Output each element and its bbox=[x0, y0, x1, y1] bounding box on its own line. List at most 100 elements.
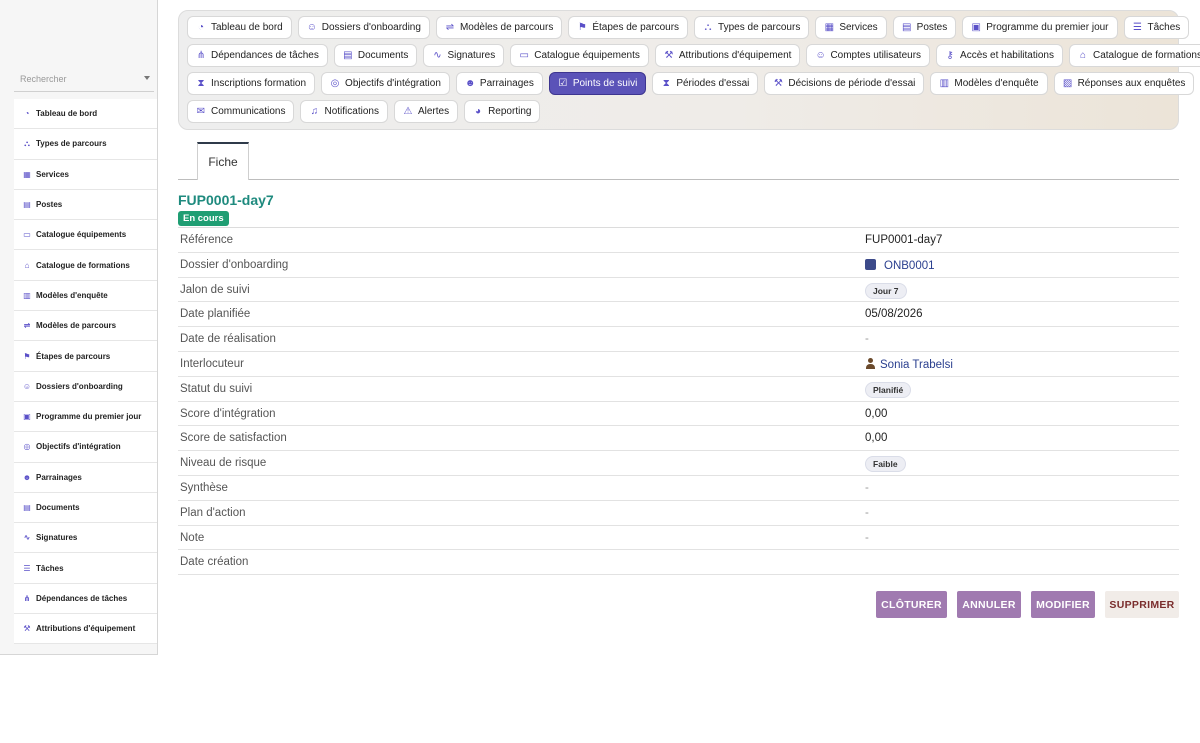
field-value: ONB0001 bbox=[884, 259, 935, 272]
nav-button-catalogue-equipements[interactable]: ▭ Catalogue équipements bbox=[510, 44, 649, 67]
nav-button-label: Signatures bbox=[447, 50, 496, 61]
dashboard-icon: ◔ bbox=[24, 109, 30, 119]
list-icon: ☰ bbox=[1133, 22, 1142, 33]
nav-button-tableau-de-bord[interactable]: ◔ Tableau de bord bbox=[187, 16, 292, 39]
nav-row: ⋔ Dépendances de tâches ▤ Documents ∿ Signatu… bbox=[187, 44, 1200, 67]
nav-button-inscriptions-formation[interactable]: ⧗ Inscriptions formation bbox=[187, 72, 316, 95]
sidebar-item-attributions-d-equipement[interactable]: ⚒ Attributions d'équipement bbox=[14, 614, 157, 645]
sidebar-item-services[interactable]: ▦ Services bbox=[14, 160, 157, 190]
pie-chart-icon: ◕ bbox=[475, 106, 482, 117]
sidebar-item-objectifs-d-integration[interactable]: ◎ Objectifs d'intégration bbox=[14, 432, 157, 463]
nav-button-label: Communications bbox=[211, 106, 286, 117]
nav-button-objectifs-d-integration[interactable]: ◎ Objectifs d'intégration bbox=[321, 72, 450, 95]
nav-button-reporting[interactable]: ◕ Reporting bbox=[464, 100, 541, 123]
nav-button-types-de-parcours[interactable]: ⛬ Types de parcours bbox=[694, 16, 810, 39]
nav-button-signatures[interactable]: ∿ Signatures bbox=[423, 44, 505, 67]
file-icon: ▤ bbox=[23, 503, 31, 512]
field-value: - bbox=[865, 481, 869, 494]
nav-button-alertes[interactable]: ⚠ Alertes bbox=[393, 100, 459, 123]
field-label: Date création bbox=[180, 556, 249, 569]
nav-button-notifications[interactable]: ♫ Notifications bbox=[300, 100, 388, 123]
field-row-niveau-de-risque: Niveau de risque Faible bbox=[178, 451, 1179, 476]
nav-button-comptes-utilisateurs[interactable]: ☺ Comptes utilisateurs bbox=[806, 44, 931, 67]
nav-button-parrainages[interactable]: ☻ Parrainages bbox=[455, 72, 543, 95]
sidebar-search-select[interactable]: Rechercher bbox=[14, 66, 154, 92]
nav-button-label: Points de suivi bbox=[572, 78, 638, 89]
calendar-icon: ▣ bbox=[971, 22, 981, 33]
sidebar-item-modeles-d-enquete[interactable]: ▥ Modèles d'enquête bbox=[14, 281, 157, 312]
badge-icon: ▤ bbox=[901, 22, 912, 33]
field-label: Score de satisfaction bbox=[180, 432, 287, 445]
nav-button-communications[interactable]: ✉ Communications bbox=[187, 100, 295, 123]
nav-button-taches[interactable]: ☰ Tâches bbox=[1123, 16, 1190, 39]
nav-button-etapes-de-parcours[interactable]: ⚑ Étapes de parcours bbox=[568, 16, 689, 39]
sidebar-item-signatures[interactable]: ∿ Signatures bbox=[14, 523, 157, 554]
field-label: Date planifiée bbox=[180, 308, 251, 321]
close-button[interactable]: CLÔTURER bbox=[876, 591, 947, 618]
sidebar-item-taches[interactable]: ☰ Tâches bbox=[14, 553, 157, 584]
nav-button-attributions-d-equipement[interactable]: ⚒ Attributions d'équipement bbox=[654, 44, 801, 67]
chevron-down-icon[interactable] bbox=[144, 76, 150, 80]
nav-button-dossiers-d-onboarding[interactable]: ☺ Dossiers d'onboarding bbox=[297, 16, 430, 39]
sidebar-item-label: Signatures bbox=[36, 533, 78, 543]
field-label: Plan d'action bbox=[180, 506, 246, 519]
field-label: Référence bbox=[180, 234, 234, 246]
field-row-statut-du-suivi: Statut du suivi Planifié bbox=[178, 377, 1179, 402]
nav-button-points-de-suivi[interactable]: ☑ Points de suivi bbox=[548, 72, 647, 95]
edit-button[interactable]: MODIFIER bbox=[1031, 591, 1095, 618]
nav-button-periodes-d-essai[interactable]: ⧗ Périodes d'essai bbox=[652, 72, 759, 95]
signpost-icon: ⇌ bbox=[445, 22, 455, 33]
nav-button-label: Inscriptions formation bbox=[211, 78, 307, 89]
sidebar-item-catalogue-de-formations[interactable]: ⌂ Catalogue de formations bbox=[14, 250, 157, 281]
contact-person-link[interactable]: Sonia Trabelsi bbox=[865, 357, 953, 371]
field-row-synthese: Synthèse - bbox=[178, 476, 1179, 501]
file-icon: ▤ bbox=[343, 50, 353, 61]
signpost-icon: ⇌ bbox=[23, 321, 31, 331]
tab-fiche[interactable]: Fiche bbox=[197, 142, 249, 180]
nav-button-dependances-de-taches[interactable]: ⋔ Dépendances de tâches bbox=[187, 44, 328, 67]
nav-button-modeles-de-parcours[interactable]: ⇌ Modèles de parcours bbox=[435, 16, 563, 39]
cancel-button[interactable]: ANNULER bbox=[957, 591, 1021, 618]
sidebar-item-label: Catalogue équipements bbox=[36, 230, 127, 240]
hourglass-icon: ⧗ bbox=[197, 78, 205, 89]
sidebar-item-dossiers-d-onboarding[interactable]: ☺ Dossiers d'onboarding bbox=[14, 372, 157, 402]
nav-button-label: Décisions de période d'essai bbox=[788, 78, 916, 89]
laptop-icon: ▭ bbox=[23, 230, 31, 240]
onboarding-file-link[interactable]: ONB0001 bbox=[865, 258, 935, 272]
delete-button[interactable]: SUPPRIMER bbox=[1105, 591, 1179, 618]
nav-button-label: Notifications bbox=[324, 106, 379, 117]
hourglass-icon: ⧗ bbox=[662, 78, 670, 89]
sidebar-item-label: Étapes de parcours bbox=[36, 351, 111, 361]
nav-button-postes[interactable]: ▤ Postes bbox=[892, 16, 957, 39]
dashboard-icon: ◔ bbox=[197, 22, 205, 33]
sidebar-item-label: Tâches bbox=[36, 563, 64, 573]
flag-icon: ⚑ bbox=[577, 22, 587, 33]
sidebar-item-etapes-de-parcours[interactable]: ⚑ Étapes de parcours bbox=[14, 341, 157, 372]
sidebar-item-postes[interactable]: ▤ Postes bbox=[14, 190, 157, 221]
nav-button-decisions-de-periode-d-essai[interactable]: ⚒ Décisions de période d'essai bbox=[764, 72, 925, 95]
nav-button-programme-du-premier-jour[interactable]: ▣ Programme du premier jour bbox=[962, 16, 1118, 39]
nav-button-reponses-aux-enquetes[interactable]: ▨ Réponses aux enquêtes bbox=[1053, 72, 1195, 95]
nav-button-label: Dossiers d'onboarding bbox=[321, 22, 421, 33]
nav-button-services[interactable]: ▦ Services bbox=[815, 16, 887, 39]
sidebar-item-documents[interactable]: ▤ Documents bbox=[14, 493, 157, 524]
sidebar-item-modeles-de-parcours[interactable]: ⇌ Modèles de parcours bbox=[14, 311, 157, 342]
sitemap-icon: ⛬ bbox=[704, 22, 712, 33]
sidebar-item-tableau-de-bord[interactable]: ◔ Tableau de bord bbox=[14, 99, 157, 130]
nav-button-acces-et-habilitations[interactable]: ⚷ Accès et habilitations bbox=[936, 44, 1063, 67]
sidebar-item-types-de-parcours[interactable]: ⛬ Types de parcours bbox=[14, 129, 157, 160]
sidebar-item-dependances-de-taches[interactable]: ⋔ Dépendances de tâches bbox=[14, 584, 157, 615]
field-label: Interlocuteur bbox=[180, 357, 244, 370]
field-value: FUP0001-day7 bbox=[865, 234, 943, 246]
field-row-date-creation: Date création bbox=[178, 550, 1179, 576]
nav-button-catalogue-de-formations[interactable]: ⌂ Catalogue de formations bbox=[1068, 44, 1200, 67]
sidebar-item-parrainages[interactable]: ☻ Parrainages bbox=[14, 463, 157, 493]
sitemap-icon: ⛬ bbox=[24, 138, 30, 148]
users-icon: ☻ bbox=[22, 472, 32, 482]
nav-button-documents[interactable]: ▤ Documents bbox=[333, 44, 418, 67]
sidebar-item-programme-du-premier-jour[interactable]: ▣ Programme du premier jour bbox=[14, 402, 157, 433]
nav-button-modeles-d-enquete[interactable]: ▥ Modèles d'enquête bbox=[930, 72, 1048, 95]
sidebar-item-catalogue-equipements[interactable]: ▭ Catalogue équipements bbox=[14, 220, 157, 251]
field-label: Note bbox=[180, 531, 205, 544]
sidebar-item-label: Catalogue de formations bbox=[36, 260, 130, 270]
